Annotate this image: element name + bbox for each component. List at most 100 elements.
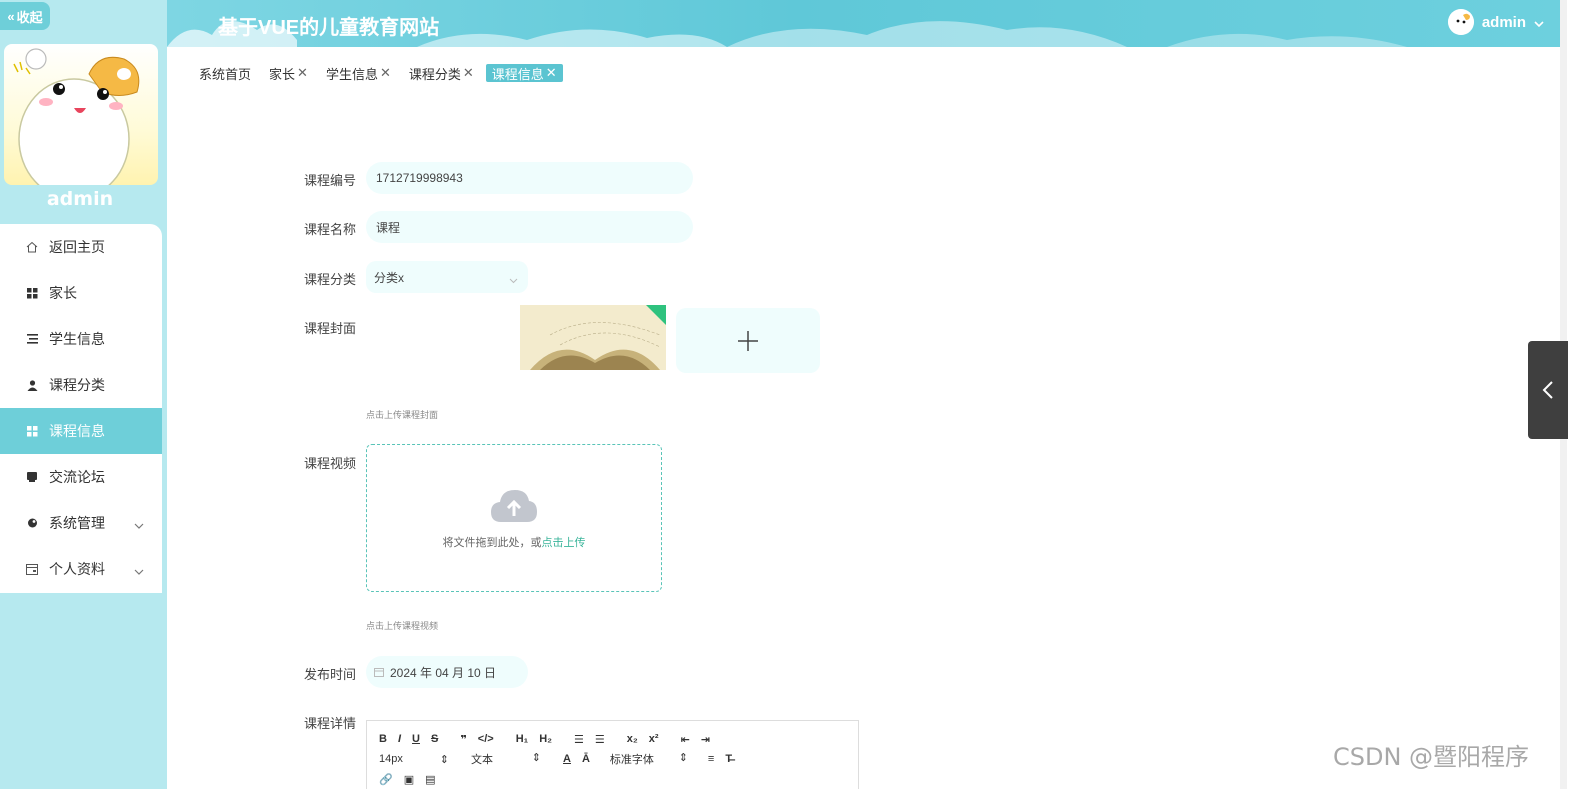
image-icon[interactable]: ▣ bbox=[404, 773, 414, 786]
publish-time-picker[interactable]: 2024 年 04 月 10 日 bbox=[366, 656, 528, 688]
blockquote-icon[interactable]: ❞ bbox=[460, 733, 466, 746]
course-cover-image[interactable] bbox=[520, 305, 666, 370]
side-drawer-toggle[interactable] bbox=[1528, 341, 1568, 439]
user-icon bbox=[25, 378, 39, 392]
tab-parents[interactable]: 家长 ✕ bbox=[269, 64, 308, 82]
double-chevron-left-icon: « bbox=[7, 8, 15, 24]
course-category-select[interactable]: 分类x bbox=[366, 261, 528, 293]
drop-text: 将文件拖到此处，或 bbox=[442, 537, 542, 549]
course-category-value: 分类x bbox=[374, 270, 405, 285]
profile-icon bbox=[25, 562, 39, 576]
heading-1-icon[interactable]: H₁ bbox=[516, 733, 529, 745]
sidebar-item-label: 学生信息 bbox=[49, 331, 105, 347]
sidebar-item-label: 交流论坛 bbox=[49, 469, 105, 485]
underline-icon[interactable]: U bbox=[412, 733, 420, 745]
tab-home[interactable]: 系统首页 bbox=[199, 64, 251, 82]
code-icon[interactable]: </> bbox=[478, 733, 494, 745]
sidebar-item-parents[interactable]: 家长 bbox=[0, 270, 162, 316]
text-type-select[interactable]: 文本 ⇕ bbox=[471, 751, 541, 767]
tab-label: 学生信息 bbox=[325, 66, 378, 82]
tab-course-category[interactable]: 课程分类 ✕ bbox=[409, 64, 474, 82]
course-name-value: 课程 bbox=[376, 220, 401, 235]
sidebar-item-label: 课程信息 bbox=[49, 423, 105, 439]
strikethrough-icon[interactable]: S bbox=[431, 733, 438, 745]
grid-icon bbox=[25, 424, 39, 438]
italic-icon[interactable]: I bbox=[398, 733, 401, 745]
close-icon[interactable]: ✕ bbox=[380, 65, 391, 81]
tab-course-info[interactable]: 课程信息 ✕ bbox=[485, 64, 563, 82]
cloud-upload-icon bbox=[491, 490, 537, 522]
csdn-watermark: CSDN @暨阳程序 bbox=[1333, 743, 1530, 771]
rich-text-editor[interactable]: B I U S ❞ </> H₁ H₂ ☰ ☰ x₂ x² ⇤ ⇥ 14px ⇕ … bbox=[366, 720, 859, 789]
sidebar-menu: 返回主页 家长 学生信息 课程分类 课程信息 交流论坛 系统管理 个人资料 bbox=[0, 224, 162, 593]
sidebar-item-label: 家长 bbox=[49, 285, 77, 301]
link-icon[interactable]: 🔗 bbox=[379, 773, 393, 786]
course-cover-label: 课程封面 bbox=[304, 321, 357, 336]
background-color-icon[interactable]: Ā bbox=[582, 753, 590, 765]
editor-toolbar-row-3: 🔗 ▣ ▤ bbox=[367, 769, 858, 789]
sidebar-item-forum[interactable]: 交流论坛 bbox=[0, 454, 162, 500]
close-icon[interactable]: ✕ bbox=[546, 65, 557, 81]
outdent-icon[interactable]: ⇤ bbox=[681, 733, 690, 746]
user-menu[interactable]: admin bbox=[1447, 9, 1544, 35]
font-family-select[interactable]: 标准字体 ⇕ bbox=[610, 751, 688, 767]
sidebar-item-label: 个人资料 bbox=[49, 561, 105, 577]
bold-icon[interactable]: B bbox=[379, 733, 387, 745]
open-book-image bbox=[520, 305, 666, 370]
sidebar: « 收起 admin 返回主页 家长 学生信息 课程分类 课程信息 交流论坛 系… bbox=[0, 0, 167, 789]
chevron-down-icon bbox=[134, 516, 144, 532]
close-icon[interactable]: ✕ bbox=[463, 65, 474, 81]
tab-label: 课程分类 bbox=[408, 66, 461, 82]
course-video-label: 课程视频 bbox=[304, 456, 357, 471]
video-icon[interactable]: ▤ bbox=[425, 773, 435, 786]
superscript-icon[interactable]: x² bbox=[649, 733, 659, 745]
top-header: 基于VUE的儿童教育网站 admin bbox=[167, 0, 1560, 47]
avatar bbox=[1447, 9, 1474, 35]
sidebar-item-system[interactable]: 系统管理 bbox=[0, 500, 162, 546]
hamster-avatar-icon bbox=[13, 48, 140, 185]
tab-label: 系统首页 bbox=[199, 66, 252, 82]
dropzone-text: 将文件拖到此处，或点击上传 bbox=[443, 534, 586, 550]
font-size-select[interactable]: 14px ⇕ bbox=[379, 753, 449, 766]
add-cover-button[interactable] bbox=[676, 308, 820, 373]
sidebar-item-home[interactable]: 返回主页 bbox=[0, 224, 162, 270]
ordered-list-icon[interactable]: ☰ bbox=[574, 733, 584, 746]
collapse-button[interactable]: « 收起 bbox=[0, 2, 50, 30]
course-category-label: 课程分类 bbox=[304, 272, 357, 287]
home-icon bbox=[25, 240, 39, 254]
course-name-input[interactable]: 课程 bbox=[366, 211, 693, 243]
plus-icon bbox=[738, 330, 758, 351]
sidebar-avatar bbox=[4, 44, 158, 185]
site-title: 基于VUE的儿童教育网站 bbox=[218, 17, 440, 39]
sidebar-item-label: 课程分类 bbox=[49, 377, 105, 393]
sidebar-item-students[interactable]: 学生信息 bbox=[0, 316, 162, 362]
sidebar-item-course-info[interactable]: 课程信息 bbox=[0, 408, 162, 454]
close-icon[interactable]: ✕ bbox=[297, 65, 308, 81]
sidebar-item-course-category[interactable]: 课程分类 bbox=[0, 362, 162, 408]
sidebar-item-label: 返回主页 bbox=[49, 239, 105, 255]
video-hint: 点击上传课程视频 bbox=[366, 621, 439, 631]
tab-students[interactable]: 学生信息 ✕ bbox=[326, 64, 391, 82]
course-no-value: 1712719998943 bbox=[376, 171, 463, 185]
font-color-icon[interactable]: A bbox=[563, 753, 571, 765]
course-no-input[interactable]: 1712719998943 bbox=[366, 162, 693, 194]
sidebar-username: admin bbox=[46, 188, 114, 210]
collapse-label: 收起 bbox=[16, 9, 43, 25]
align-icon[interactable]: ≡ bbox=[708, 753, 714, 765]
indent-icon[interactable]: ⇥ bbox=[701, 733, 710, 746]
calendar-icon bbox=[374, 667, 384, 677]
list-icon bbox=[25, 332, 39, 346]
course-name-label: 课程名称 bbox=[304, 222, 357, 237]
chevron-down-icon bbox=[1534, 14, 1544, 31]
chevron-down-icon bbox=[134, 562, 144, 578]
heading-2-icon[interactable]: H₂ bbox=[539, 733, 552, 745]
subscript-icon[interactable]: x₂ bbox=[627, 733, 638, 745]
sidebar-item-profile[interactable]: 个人资料 bbox=[0, 546, 162, 592]
video-upload-dropzone[interactable]: 将文件拖到此处，或点击上传 bbox=[366, 444, 662, 592]
publish-time-label: 发布时间 bbox=[304, 667, 357, 682]
sidebar-item-label: 系统管理 bbox=[49, 515, 105, 531]
bullet-list-icon[interactable]: ☰ bbox=[595, 733, 605, 746]
click-upload-link[interactable]: 点击上传 bbox=[542, 537, 586, 549]
clear-format-icon[interactable]: T̶ bbox=[725, 753, 732, 765]
chevron-left-icon bbox=[1542, 381, 1553, 399]
